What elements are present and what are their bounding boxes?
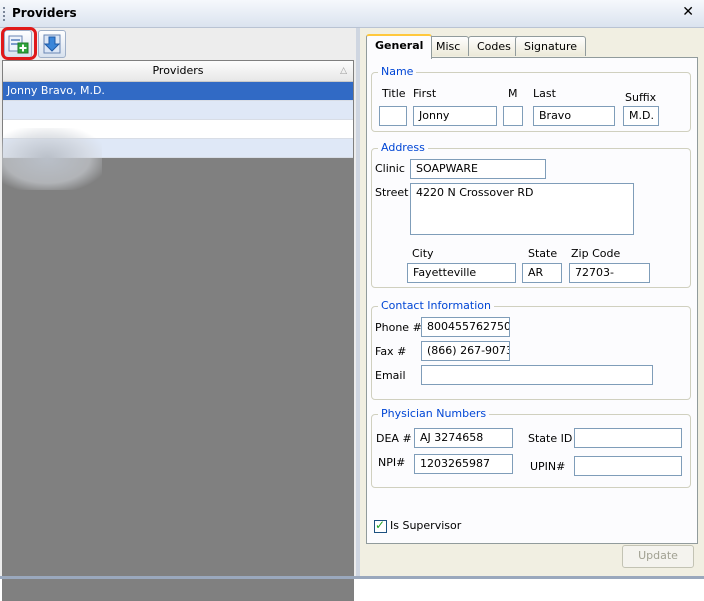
tab-general[interactable]: General (366, 34, 433, 59)
import-provider-button[interactable] (38, 30, 66, 58)
first-name-field[interactable]: Jonny (413, 106, 497, 126)
title-field[interactable] (379, 106, 407, 126)
sort-icon: △ (340, 66, 347, 76)
dea-field[interactable]: AJ 3274658 (414, 428, 513, 448)
redacted-rows (2, 128, 102, 190)
last-name-field[interactable]: Bravo (533, 106, 615, 126)
contact-group: Contact Information Phone # 800455762750… (371, 299, 691, 400)
name-group: Name Title First M Last Suffix Jonny Bra… (371, 65, 691, 132)
name-legend: Name (378, 65, 417, 78)
is-supervisor-checkbox[interactable] (374, 518, 387, 533)
npi-field[interactable]: 1203265987 (414, 454, 513, 474)
phone-label: Phone # (375, 321, 422, 334)
middle-initial-field[interactable] (503, 106, 523, 126)
dea-label: DEA # (376, 432, 412, 445)
fax-label: Fax # (375, 345, 407, 358)
grip-icon (3, 7, 7, 21)
npi-label: NPI# (378, 456, 406, 469)
tab-panel-general: Name Title First M Last Suffix Jonny Bra… (366, 57, 698, 544)
clinic-field[interactable]: SOAPWARE (410, 159, 546, 179)
toolbar (0, 27, 356, 60)
state-label: State (528, 247, 558, 260)
first-label: First (413, 87, 437, 100)
add-provider-icon (8, 35, 29, 54)
street-field[interactable]: 4220 N Crossover RD (410, 183, 634, 235)
fax-field[interactable]: (866) 267-9073 (421, 341, 510, 361)
address-legend: Address (378, 141, 428, 154)
middle-label: M (508, 87, 518, 100)
table-row[interactable] (3, 101, 353, 120)
suffix-field[interactable]: M.D. (623, 106, 659, 126)
upin-field[interactable] (574, 456, 682, 476)
city-field[interactable]: Fayetteville (407, 263, 516, 283)
zip-field[interactable]: 72703- (569, 263, 650, 283)
table-row[interactable]: Jonny Bravo, M.D. (3, 82, 353, 101)
update-button[interactable]: Update (622, 545, 694, 568)
window-title: Providers (12, 6, 77, 20)
grid-header-label: Providers (152, 64, 204, 77)
physician-numbers-legend: Physician Numbers (378, 407, 490, 420)
add-provider-button[interactable] (4, 30, 32, 58)
is-supervisor-label: Is Supervisor (390, 519, 462, 532)
email-label: Email (375, 369, 406, 382)
city-label: City (412, 247, 434, 260)
suffix-label: Suffix (625, 91, 657, 104)
down-arrow-icon (43, 34, 61, 54)
upin-label: UPIN# (530, 460, 566, 473)
street-label: Street (375, 186, 409, 199)
physician-numbers-group: Physician Numbers DEA # AJ 3274658 State… (371, 407, 691, 488)
last-label: Last (533, 87, 556, 100)
providers-list-pane: Providers △ Jonny Bravo, M.D. (0, 27, 356, 601)
phone-field[interactable]: 8004557627500 (421, 317, 510, 337)
clinic-label: Clinic (375, 162, 405, 175)
close-icon[interactable]: ✕ (682, 4, 694, 20)
state-id-label: State ID (528, 432, 573, 445)
email-field[interactable] (421, 365, 653, 385)
contact-legend: Contact Information (378, 299, 494, 312)
title-label: Title (382, 87, 406, 100)
tab-misc[interactable]: Misc (427, 36, 470, 56)
state-field[interactable]: AR (522, 263, 562, 283)
title-bar: Providers ✕ (0, 0, 704, 28)
provider-details-pane: General Misc Codes Signature Name Title … (360, 28, 704, 576)
tab-codes[interactable]: Codes (468, 36, 520, 56)
address-group: Address Clinic SOAPWARE Street 4220 N Cr… (371, 141, 691, 288)
state-id-field[interactable] (574, 428, 682, 448)
tab-signature[interactable]: Signature (515, 36, 587, 56)
zip-label: Zip Code (571, 247, 621, 260)
grid-header-providers[interactable]: Providers △ (3, 61, 353, 82)
